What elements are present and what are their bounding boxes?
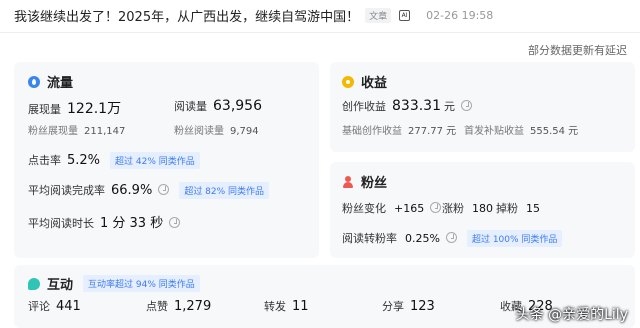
fans-change-metric: 粉丝变化 +165 bbox=[342, 200, 442, 216]
fan-reads-value: 9,794 bbox=[230, 126, 259, 137]
likes-value: 1,279 bbox=[174, 299, 212, 314]
reads-metric: 阅读量 63,956 bbox=[174, 98, 262, 114]
fan-impressions: 粉丝展现量 211,147 bbox=[28, 122, 125, 137]
coin-icon bbox=[342, 75, 354, 88]
traffic-card: 流量 展现量 122.1万 阅读量 63,956 粉丝展现量 211,147 粉丝… bbox=[14, 62, 319, 258]
duration-metric: 平均阅读时长 1 分 33 秒 bbox=[28, 212, 181, 231]
shares-value: 123 bbox=[410, 299, 435, 314]
fans-loss-label: 掉粉 bbox=[496, 202, 518, 215]
conversion-value: 0.25% bbox=[405, 232, 440, 245]
duration-value: 1 分 33 秒 bbox=[100, 216, 164, 231]
traffic-title: 流量 bbox=[28, 72, 73, 91]
article-type-tag: 文章 bbox=[365, 7, 392, 23]
income-card: 收益 创作收益 833.31 元 基础创作收益 277.77 元 首发补贴收益 55… bbox=[330, 62, 635, 152]
interaction-title-text: 互动 bbox=[47, 278, 74, 293]
fan-impressions-value: 211,147 bbox=[84, 126, 126, 137]
reposts-label: 转发 bbox=[264, 300, 286, 313]
comments-value: 441 bbox=[56, 299, 81, 314]
fans-gain-value: 180 bbox=[472, 202, 493, 215]
impressions-label: 展现量 bbox=[28, 103, 61, 116]
base-income-label: 基础创作收益 bbox=[342, 126, 402, 137]
header-divider bbox=[0, 32, 640, 33]
fans-help-icon[interactable] bbox=[430, 202, 442, 213]
traffic-title-text: 流量 bbox=[47, 76, 74, 91]
fan-reads: 粉丝阅读量 9,794 bbox=[174, 122, 259, 137]
publish-time: 02-26 19:58 bbox=[426, 8, 494, 22]
ai-icon: AI bbox=[399, 9, 411, 21]
conversion-badge: 超过 100% 同类作品 bbox=[466, 230, 563, 247]
article-header: 我该继续出发了！2025年，从广西出发，继续自驾游中国！ 文章 AI 02-26… bbox=[14, 5, 493, 25]
income-help-icon[interactable] bbox=[461, 100, 472, 111]
likes-label: 点赞 bbox=[146, 300, 168, 313]
reposts-value: 11 bbox=[292, 299, 309, 314]
income-title: 收益 bbox=[342, 72, 387, 91]
reads-value: 63,956 bbox=[213, 98, 262, 114]
comments-metric: 评论 441 bbox=[28, 298, 81, 314]
conversion-help-icon[interactable] bbox=[445, 232, 457, 243]
fans-gain-label: 涨粉 bbox=[442, 202, 464, 215]
completion-label: 平均阅读完成率 bbox=[28, 184, 105, 197]
user-icon bbox=[342, 175, 354, 188]
duration-label: 平均阅读时长 bbox=[28, 217, 94, 230]
subsidy-income-value: 555.54 元 bbox=[530, 126, 579, 137]
fans-change-value: +165 bbox=[394, 202, 425, 215]
shares-label: 分享 bbox=[382, 300, 404, 313]
base-income-value: 277.77 元 bbox=[408, 126, 457, 137]
completion-badge: 超过 82% 同类作品 bbox=[179, 182, 270, 199]
fans-title: 粉丝 bbox=[342, 172, 387, 191]
creation-income-metric: 创作收益 833.31 元 bbox=[342, 98, 472, 114]
impressions-value: 122.1万 bbox=[67, 101, 122, 117]
ctr-label: 点击率 bbox=[28, 154, 61, 167]
reposts-metric: 转发 11 bbox=[264, 298, 309, 314]
fans-change-label: 粉丝变化 bbox=[342, 202, 386, 215]
conversion-label: 阅读转粉率 bbox=[342, 232, 397, 245]
completion-help-icon[interactable] bbox=[158, 184, 170, 195]
fan-reads-label: 粉丝阅读量 bbox=[174, 126, 224, 137]
conversion-metric: 阅读转粉率 0.25% 超过 100% 同类作品 bbox=[342, 230, 563, 247]
fans-card: 粉丝 粉丝变化 +165 涨粉 180 掉粉 15 阅读转粉率 0.25% 超过… bbox=[330, 162, 635, 258]
duration-help-icon[interactable] bbox=[169, 217, 181, 228]
article-title[interactable]: 我该继续出发了！2025年，从广西出发，继续自驾游中国！ bbox=[14, 6, 359, 25]
impressions-metric: 展现量 122.1万 bbox=[28, 98, 121, 118]
fan-impressions-label: 粉丝展现量 bbox=[28, 126, 78, 137]
comments-label: 评论 bbox=[28, 300, 50, 313]
base-income: 基础创作收益 277.77 元 bbox=[342, 122, 456, 137]
interaction-badge: 互动率超过 94% 同类作品 bbox=[83, 275, 200, 292]
fans-loss-value: 15 bbox=[526, 202, 540, 215]
likes-metric: 点赞 1,279 bbox=[146, 298, 211, 314]
creation-income-label: 创作收益 bbox=[342, 100, 386, 113]
fans-title-text: 粉丝 bbox=[361, 176, 388, 191]
creation-income-unit: 元 bbox=[444, 100, 455, 113]
completion-value: 66.9% bbox=[111, 183, 153, 198]
ctr-value: 5.2% bbox=[67, 153, 101, 168]
completion-metric: 平均阅读完成率 66.9% 超过 82% 同类作品 bbox=[28, 182, 270, 199]
subsidy-income: 首发补贴收益 555.54 元 bbox=[464, 122, 578, 137]
subsidy-income-label: 首发补贴收益 bbox=[464, 126, 524, 137]
data-delay-notice: 部分数据更新有延迟 bbox=[528, 44, 627, 57]
income-title-text: 收益 bbox=[361, 76, 388, 91]
shares-metric: 分享 123 bbox=[382, 298, 435, 314]
reads-label: 阅读量 bbox=[174, 100, 207, 113]
fans-gain-metric: 涨粉 180 bbox=[442, 200, 493, 216]
watermark: 头条 @亲爱的Lily bbox=[515, 307, 628, 323]
chat-icon bbox=[28, 277, 40, 290]
interaction-title: 互动 互动率超过 94% 同类作品 bbox=[28, 274, 200, 293]
fans-loss-metric: 掉粉 15 bbox=[496, 200, 540, 216]
ctr-metric: 点击率 5.2% 超过 42% 同类作品 bbox=[28, 152, 200, 169]
traffic-drop-icon bbox=[28, 75, 40, 88]
creation-income-value: 833.31 bbox=[392, 98, 441, 114]
ctr-badge: 超过 42% 同类作品 bbox=[110, 152, 200, 169]
